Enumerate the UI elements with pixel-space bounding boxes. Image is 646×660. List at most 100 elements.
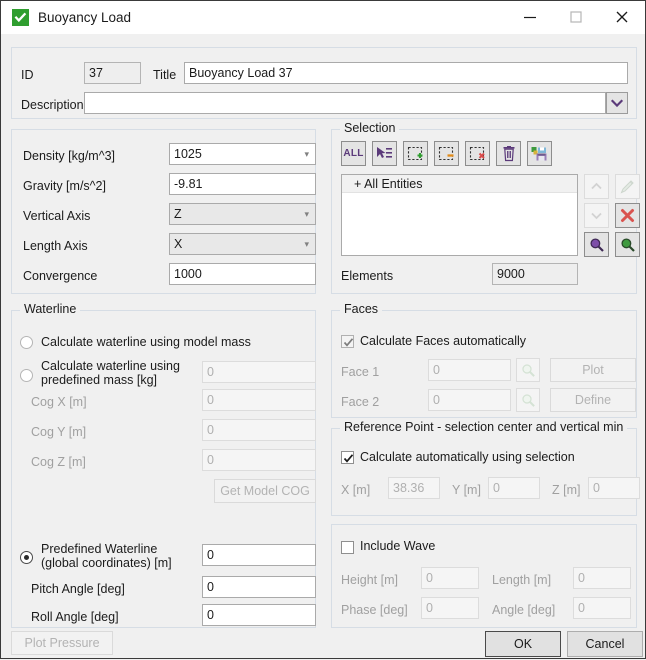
chevron-up-icon xyxy=(590,182,603,191)
radio-model-mass-label: Calculate waterline using model mass xyxy=(41,335,251,349)
select-from-list-button[interactable] xyxy=(372,141,397,166)
convergence-input[interactable]: 1000 xyxy=(169,263,316,285)
delete-selection-button[interactable] xyxy=(496,141,521,166)
density-label: Density [kg/m^3] xyxy=(23,149,115,163)
radio-model-mass[interactable] xyxy=(20,336,33,349)
ref-y-input[interactable]: 0 xyxy=(488,477,540,499)
ref-x-label: X [m] xyxy=(341,483,370,497)
entities-listbox[interactable]: + All Entities xyxy=(341,174,578,256)
cog-x-label: Cog X [m] xyxy=(31,395,87,409)
clear-selection-button[interactable] xyxy=(465,141,490,166)
green-check-icon xyxy=(12,9,29,26)
predefined-mass-line2: predefined mass [kg] xyxy=(41,373,180,387)
calculate-faces-label: Calculate Faces automatically xyxy=(360,334,526,348)
reference-auto-checkbox[interactable] xyxy=(341,451,354,464)
roll-angle-input[interactable]: 0 xyxy=(202,604,316,626)
face1-pick-button[interactable] xyxy=(516,358,540,382)
vertical-axis-value: Z xyxy=(174,207,182,221)
get-model-cog-button[interactable]: Get Model COG xyxy=(214,479,316,503)
wave-length-input[interactable]: 0 xyxy=(573,567,631,589)
gravity-input[interactable]: -9.81 xyxy=(169,173,316,195)
reference-point-group: Reference Point - selection center and v… xyxy=(331,428,637,516)
vertical-axis-combo[interactable]: Z ▾ xyxy=(169,203,316,225)
waterline-group-title: Waterline xyxy=(20,303,80,315)
length-axis-combo[interactable]: X ▾ xyxy=(169,233,316,255)
face1-label: Face 1 xyxy=(341,365,379,379)
elements-field: 9000 xyxy=(492,263,578,285)
pitch-angle-label: Pitch Angle [deg] xyxy=(31,582,125,596)
predefined-waterline-input[interactable]: 0 xyxy=(202,544,316,566)
box-minus-icon xyxy=(438,146,455,162)
plot-pressure-button[interactable]: Plot Pressure xyxy=(11,631,113,655)
box-cross-icon xyxy=(469,146,486,162)
wave-angle-input[interactable]: 0 xyxy=(573,597,631,619)
face2-input[interactable]: 0 xyxy=(428,389,511,411)
zoom-purple-button[interactable] xyxy=(584,232,609,257)
save-selection-button[interactable] xyxy=(527,141,552,166)
title-label: Title xyxy=(153,68,176,82)
pencil-icon xyxy=(620,179,635,194)
select-all-button[interactable]: ALL xyxy=(341,141,366,166)
description-dropdown-button[interactable] xyxy=(606,92,628,114)
ok-button[interactable]: OK xyxy=(485,631,561,657)
description-label: Description xyxy=(21,98,84,112)
list-item[interactable]: + All Entities xyxy=(342,175,577,193)
save-group-icon xyxy=(531,146,548,162)
predefined-mass-input[interactable]: 0 xyxy=(202,361,316,383)
ref-z-label: Z [m] xyxy=(552,483,580,497)
title-bar: Buoyancy Load xyxy=(1,1,645,34)
wave-group: Include Wave Height [m] 0 Length [m] 0 P… xyxy=(331,524,637,628)
buoyancy-load-dialog: Buoyancy Load ID 37 Title Buoyancy Load … xyxy=(0,0,646,659)
cog-z-label: Cog Z [m] xyxy=(31,455,86,469)
edit-button[interactable] xyxy=(615,174,640,199)
plot-button[interactable]: Plot xyxy=(550,358,636,382)
remove-selection-button[interactable] xyxy=(434,141,459,166)
define-button[interactable]: Define xyxy=(550,388,636,412)
length-axis-value: X xyxy=(174,237,182,251)
delete-button[interactable] xyxy=(615,203,640,228)
zoom-green-button[interactable] xyxy=(615,232,640,257)
cancel-button[interactable]: Cancel xyxy=(567,631,643,657)
title-input[interactable]: Buoyancy Load 37 xyxy=(184,62,628,84)
wave-angle-label: Angle [deg] xyxy=(492,603,555,617)
cog-x-input[interactable]: 0 xyxy=(202,389,316,411)
predefined-waterline-line1: Predefined Waterline xyxy=(41,542,172,556)
add-selection-button[interactable] xyxy=(403,141,428,166)
radio-predefined-mass[interactable] xyxy=(20,369,33,382)
wave-height-input[interactable]: 0 xyxy=(421,567,479,589)
pitch-angle-input[interactable]: 0 xyxy=(202,576,316,598)
face2-pick-button[interactable] xyxy=(516,388,540,412)
calculate-faces-checkbox[interactable] xyxy=(341,335,354,348)
box-plus-icon xyxy=(407,146,424,162)
predefined-mass-line1: Calculate waterline using xyxy=(41,359,180,373)
move-up-button[interactable] xyxy=(584,174,609,199)
wave-height-label: Height [m] xyxy=(341,573,398,587)
include-wave-checkbox[interactable] xyxy=(341,541,354,554)
move-down-button[interactable] xyxy=(584,203,609,228)
waterline-group: Waterline Calculate waterline using mode… xyxy=(11,310,316,628)
close-button[interactable] xyxy=(599,1,645,33)
window-controls xyxy=(507,1,645,33)
radio-predefined-waterline[interactable] xyxy=(20,551,33,564)
face1-input[interactable]: 0 xyxy=(428,359,511,381)
check-icon xyxy=(343,453,354,464)
faces-group: Faces Calculate Faces automatically Face… xyxy=(331,310,637,418)
description-input[interactable] xyxy=(84,92,606,114)
include-wave-label: Include Wave xyxy=(360,539,435,553)
cog-z-input[interactable]: 0 xyxy=(202,449,316,471)
roll-angle-label: Roll Angle [deg] xyxy=(31,610,119,624)
magnifier-green-icon xyxy=(620,237,636,253)
ref-x-input[interactable]: 38.36 xyxy=(388,477,440,499)
minimize-button[interactable] xyxy=(507,1,553,33)
maximize-button[interactable] xyxy=(553,1,599,33)
density-combo[interactable]: 1025 ▾ xyxy=(169,143,316,165)
gravity-label: Gravity [m/s^2] xyxy=(23,179,106,193)
radio-predefined-mass-label: Calculate waterline using predefined mas… xyxy=(41,359,180,387)
header-group: ID 37 Title Buoyancy Load 37 Description xyxy=(11,47,637,119)
cog-y-input[interactable]: 0 xyxy=(202,419,316,441)
magnifier-purple-icon xyxy=(589,237,605,253)
chevron-down-icon xyxy=(590,211,603,220)
wave-phase-input[interactable]: 0 xyxy=(421,597,479,619)
ref-z-input[interactable]: 0 xyxy=(588,477,640,499)
elements-label: Elements xyxy=(341,269,393,283)
